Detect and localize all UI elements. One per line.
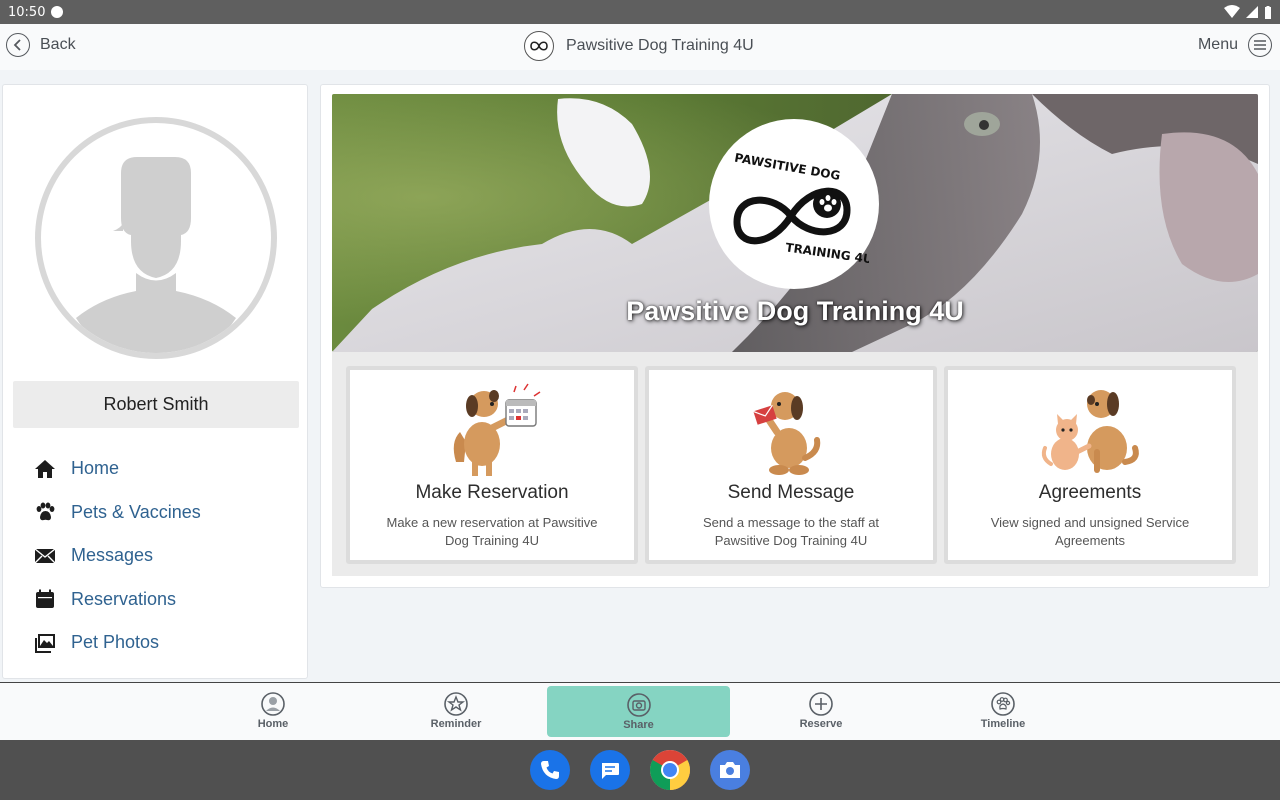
messages-app-icon[interactable] — [590, 750, 630, 790]
chrome-app-icon[interactable] — [650, 750, 690, 790]
card-title: Send Message — [727, 482, 855, 503]
person-silhouette-icon — [76, 157, 236, 353]
logo-text-line2: TRAINING 4U — [785, 240, 869, 264]
app-header: Back Pawsitive Dog Training 4U Menu — [0, 24, 1280, 70]
bottom-nav-reserve[interactable]: Reserve — [746, 683, 896, 739]
bottom-nav-label: Timeline — [980, 718, 1026, 730]
cellular-icon — [1246, 6, 1258, 18]
hamburger-icon — [1248, 33, 1272, 57]
house-icon — [33, 457, 57, 481]
main-panel: PAWSITIVE DOG TRAINING 4U Pawsitive Dog … — [320, 84, 1270, 588]
header-title-group: Pawsitive Dog Training 4U — [524, 31, 754, 61]
sidebar-item-label: Reservations — [71, 588, 177, 609]
dog-calendar-illustration — [453, 383, 541, 476]
plus-icon — [809, 692, 833, 716]
status-bar: 10:50 — [0, 0, 1280, 24]
sidebar-nav: Home Pets & Vaccines Messages Reservatio… — [33, 447, 201, 665]
bottom-nav-reminder[interactable]: Reminder — [381, 683, 531, 739]
card-description: Send a message to the staff at Pawsitive… — [702, 515, 880, 548]
hero-title: Pawsitive Dog Training 4U — [626, 296, 964, 326]
bottom-nav-label: Reserve — [799, 718, 843, 730]
avatar[interactable] — [35, 117, 277, 359]
sidebar-item-pet-photos[interactable]: Pet Photos — [33, 621, 201, 665]
bottom-nav-label: Share — [623, 718, 654, 731]
envelope-icon — [33, 544, 57, 568]
back-arrow-icon — [6, 33, 30, 57]
menu-label: Menu — [1197, 36, 1238, 53]
paw-icon — [33, 500, 57, 524]
card-description: View signed and unsigned Service Agreeme… — [990, 515, 1190, 548]
menu-button[interactable]: Menu — [1198, 33, 1272, 57]
card-title: Agreements — [1038, 482, 1142, 503]
sidebar-item-home[interactable]: Home — [33, 447, 201, 491]
agreements-card[interactable]: Agreements View signed and unsigned Serv… — [944, 366, 1236, 564]
back-label: Back — [40, 36, 76, 53]
photos-icon — [33, 631, 57, 655]
sidebar-item-label: Messages — [71, 545, 154, 566]
system-dock — [0, 740, 1280, 800]
star-icon — [444, 692, 468, 716]
sidebar-item-reservations[interactable]: Reservations — [33, 578, 201, 622]
bottom-nav: Home Reminder Share Reserve Timeline — [0, 682, 1280, 740]
camera-app-icon[interactable] — [710, 750, 750, 790]
hero-banner: PAWSITIVE DOG TRAINING 4U Pawsitive Dog … — [332, 94, 1258, 352]
bottom-nav-timeline[interactable]: Timeline — [928, 683, 1078, 739]
dog-letter-illustration — [753, 392, 821, 475]
brand-logo-icon — [524, 31, 554, 61]
calendar-icon — [33, 587, 57, 611]
sidebar: Robert Smith Home Pets & Vaccines Messag… — [2, 84, 308, 679]
card-title: Make Reservation — [415, 482, 569, 503]
paw-icon — [991, 692, 1015, 716]
clock: 10:50 — [8, 4, 46, 20]
wifi-icon — [1224, 5, 1240, 18]
sidebar-item-label: Home — [71, 458, 120, 479]
page-title: Pawsitive Dog Training 4U — [566, 37, 754, 54]
bottom-nav-label: Reminder — [430, 718, 482, 730]
send-message-card[interactable]: Send Message Send a message to the staff… — [645, 366, 937, 564]
sidebar-item-label: Pet Photos — [71, 632, 160, 653]
bottom-nav-home[interactable]: Home — [198, 683, 348, 739]
sidebar-item-label: Pets & Vaccines — [71, 501, 201, 522]
action-cards: Make Reservation Make a new reservation … — [332, 352, 1258, 576]
bottom-nav-label: Home — [257, 718, 289, 730]
user-name: Robert Smith — [13, 381, 299, 428]
back-button[interactable]: Back — [6, 33, 76, 57]
dog-cat-illustration — [1041, 390, 1139, 473]
user-icon — [261, 692, 285, 716]
hero-logo: PAWSITIVE DOG TRAINING 4U — [709, 119, 879, 289]
infinity-paw-logo-icon: PAWSITIVE DOG TRAINING 4U — [733, 151, 869, 264]
card-description: Make a new reservation at Pawsitive Dog … — [386, 515, 598, 548]
sidebar-item-messages[interactable]: Messages — [33, 534, 201, 578]
logo-text-line1: PAWSITIVE DOG — [733, 151, 841, 183]
make-reservation-card[interactable]: Make Reservation Make a new reservation … — [346, 366, 638, 564]
phone-app-icon[interactable] — [530, 750, 570, 790]
camera-icon — [626, 692, 651, 717]
notification-icon — [51, 6, 64, 18]
sidebar-item-pets-vaccines[interactable]: Pets & Vaccines — [33, 491, 201, 535]
battery-icon — [1265, 5, 1271, 19]
bottom-nav-share[interactable]: Share — [547, 686, 730, 737]
